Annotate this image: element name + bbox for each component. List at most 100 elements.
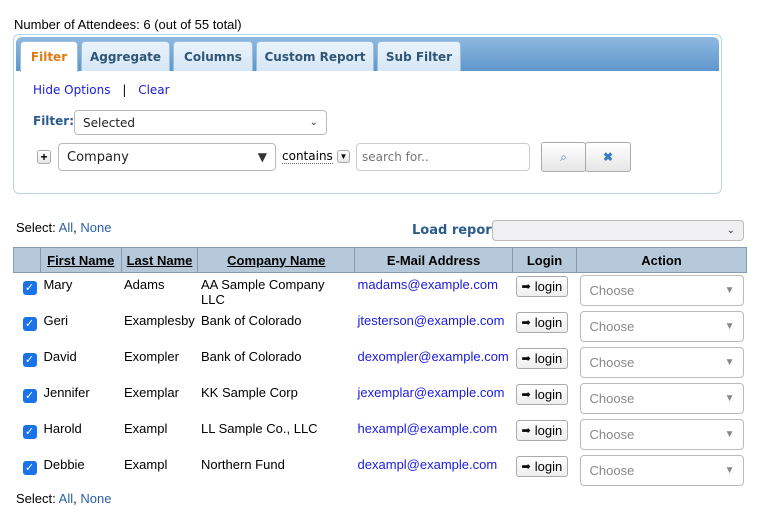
caret-down-icon: ▼ xyxy=(724,464,735,476)
last-name-cell: Exampl xyxy=(124,456,168,472)
action-placeholder: Choose xyxy=(589,283,635,298)
first-name-cell: Jennifer xyxy=(43,384,90,400)
first-name-cell: Mary xyxy=(43,277,73,292)
action-placeholder: Choose xyxy=(589,462,635,478)
action-select[interactable]: Choose ▼ xyxy=(579,275,744,306)
search-icon: ⌕ xyxy=(560,149,567,164)
row-checkbox[interactable]: ✓ xyxy=(22,316,37,331)
tab-aggregate[interactable]: Aggregate xyxy=(81,41,170,71)
row-select-cell: ✓ xyxy=(14,417,41,453)
load-report-select[interactable]: ⌄ xyxy=(492,220,744,241)
tab-columns[interactable]: Columns xyxy=(173,41,253,71)
login-button[interactable]: ➡ login xyxy=(515,419,569,441)
first-name-cell: Harold xyxy=(43,420,82,436)
action-select[interactable]: Choose ▼ xyxy=(579,310,744,342)
checkmark-icon: ✓ xyxy=(24,461,35,474)
action-select[interactable]: Choose ▼ xyxy=(579,382,744,414)
select-none-link[interactable]: None xyxy=(80,220,111,235)
tab-sub-filter[interactable]: Sub Filter xyxy=(377,41,461,71)
table-row: ✓ Debbie Exampl Northern Fund dexampl@ex… xyxy=(14,453,747,489)
action-select[interactable]: Choose ▼ xyxy=(579,418,744,450)
header-first-name[interactable]: First Name xyxy=(39,247,122,273)
company-cell: KK Sample Corp xyxy=(200,384,298,400)
operator-dropdown[interactable]: ▼ xyxy=(337,150,350,163)
caret-down-icon: ▼ xyxy=(724,285,735,296)
tab-filter[interactable]: Filter xyxy=(20,41,78,72)
select-label: Select: xyxy=(16,220,56,235)
login-label: login xyxy=(534,314,563,330)
login-button[interactable]: ➡ login xyxy=(515,455,569,477)
caret-down-icon: ▼ xyxy=(339,152,348,161)
caret-down-icon: ▼ xyxy=(724,428,735,440)
email-link[interactable]: hexampl@example.com xyxy=(358,421,498,436)
row-select-cell: ✓ xyxy=(14,381,41,417)
row-checkbox[interactable]: ✓ xyxy=(22,281,37,295)
row-checkbox[interactable]: ✓ xyxy=(22,352,37,367)
caret-down-icon: ▼ xyxy=(724,392,735,404)
header-login: Login xyxy=(512,247,577,273)
separator: | xyxy=(122,83,127,97)
field-select[interactable]: Company ▼ xyxy=(58,143,276,171)
login-label: login xyxy=(534,422,563,438)
email-link[interactable]: jexemplar@example.com xyxy=(358,385,505,400)
login-button[interactable]: ➡ login xyxy=(515,383,569,405)
attendee-count: Number of Attendees: 6 (out of 55 total) xyxy=(14,17,242,32)
action-placeholder: Choose xyxy=(589,354,635,370)
hide-options-link[interactable]: Hide Options xyxy=(33,83,110,97)
search-input[interactable] xyxy=(356,143,530,171)
clear-link[interactable]: Clear xyxy=(138,83,169,97)
tab-custom-report[interactable]: Custom Report xyxy=(256,41,374,71)
select-all-link[interactable]: All xyxy=(59,220,73,235)
login-label: login xyxy=(534,279,563,294)
first-name-cell: David xyxy=(43,348,77,364)
company-cell: Bank of Colorado xyxy=(200,348,302,364)
row-checkbox[interactable]: ✓ xyxy=(22,424,37,439)
chevron-down-icon: ⌄ xyxy=(726,225,735,236)
select-none-link[interactable]: None xyxy=(80,491,111,506)
last-name-cell: Examplesby xyxy=(124,312,195,328)
company-cell: LL Sample Co., LLC xyxy=(200,420,318,436)
login-button[interactable]: ➡ login xyxy=(515,347,569,369)
action-select[interactable]: Choose ▼ xyxy=(579,346,744,378)
email-link[interactable]: madams@example.com xyxy=(358,277,498,292)
header-company-name[interactable]: Company Name xyxy=(197,247,356,273)
row-select-cell: ✓ xyxy=(14,345,41,381)
sign-in-icon: ➡ xyxy=(521,460,531,473)
table-row: ✓ Geri Examplesby Bank of Colorado jtest… xyxy=(14,309,747,345)
email-link[interactable]: dexompler@example.com xyxy=(358,349,509,364)
row-checkbox[interactable]: ✓ xyxy=(22,460,37,475)
clear-search-button[interactable]: ✖ xyxy=(585,142,631,172)
caret-down-icon: ▼ xyxy=(724,356,735,368)
checkmark-icon: ✓ xyxy=(24,425,35,438)
row-select-cell: ✓ xyxy=(14,453,41,489)
select-label: Select: xyxy=(16,491,56,506)
table-row: ✓ Jennifer Exemplar KK Sample Corp jexem… xyxy=(14,381,747,417)
login-button[interactable]: ➡ login xyxy=(515,311,569,333)
row-select-cell: ✓ xyxy=(14,309,41,345)
add-condition-button[interactable]: + xyxy=(37,150,51,164)
last-name-cell: Exemplar xyxy=(124,384,179,400)
company-cell: AA Sample Company LLC xyxy=(200,277,325,307)
load-report-label: Load report: xyxy=(412,223,504,238)
header-action: Action xyxy=(576,247,747,273)
action-select[interactable]: Choose ▼ xyxy=(579,454,744,486)
caret-down-icon: ▼ xyxy=(724,320,735,332)
login-label: login xyxy=(534,350,563,366)
comma: , xyxy=(73,220,77,235)
select-all-link[interactable]: All xyxy=(59,491,73,506)
filter-select[interactable]: Selected ⌄ xyxy=(74,110,327,135)
operator-label[interactable]: contains xyxy=(282,149,333,164)
header-checkbox xyxy=(13,247,41,273)
email-link[interactable]: jtesterson@example.com xyxy=(358,313,505,328)
email-link[interactable]: dexampl@example.com xyxy=(358,457,498,472)
action-placeholder: Choose xyxy=(589,426,635,442)
row-checkbox[interactable]: ✓ xyxy=(22,388,37,403)
search-button[interactable]: ⌕ xyxy=(541,142,586,172)
first-name-cell: Geri xyxy=(43,312,69,328)
action-placeholder: Choose xyxy=(589,318,635,334)
checkmark-icon: ✓ xyxy=(24,353,35,366)
header-last-name[interactable]: Last Name xyxy=(120,247,199,273)
login-button[interactable]: ➡ login xyxy=(515,276,569,297)
table-row: ✓ David Exompler Bank of Colorado dexomp… xyxy=(14,345,747,381)
attendees-table: First Name Last Name Company Name E-Mail… xyxy=(13,247,747,489)
